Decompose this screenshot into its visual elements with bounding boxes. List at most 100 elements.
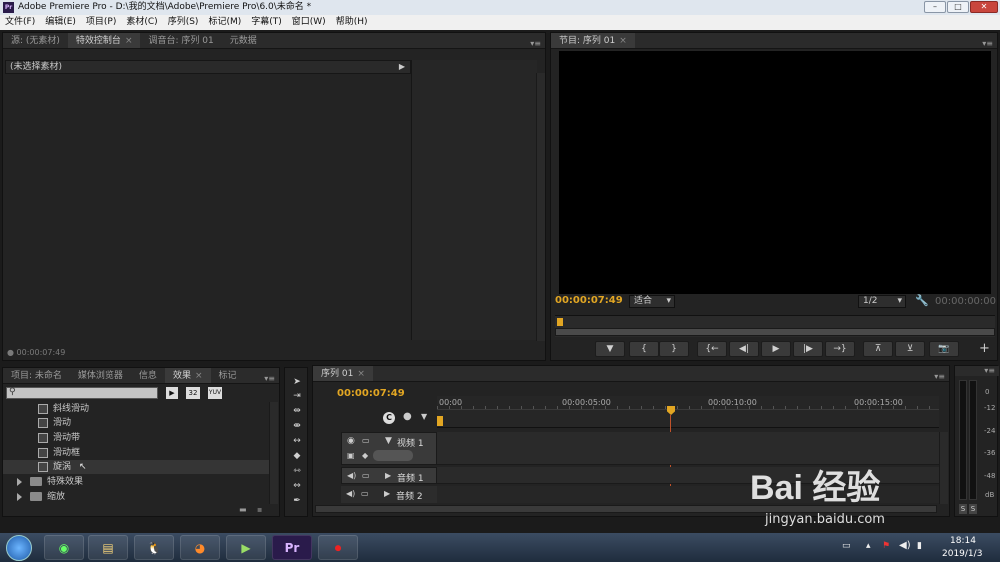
maximize-button[interactable]: □	[947, 1, 969, 13]
set-encore-marker-icon[interactable]: ●	[403, 411, 412, 422]
export-frame-button[interactable]: 📷	[929, 341, 959, 357]
expand-triangle-icon[interactable]	[17, 477, 22, 486]
solo-right-button[interactable]: S	[969, 504, 977, 514]
list-item[interactable]: 斜线滑动	[3, 402, 269, 416]
video-track-header[interactable]: ◉ ▭ ▼ 视频 1 ▣ ◆	[341, 432, 437, 465]
expand-track-icon[interactable]: ▶	[385, 471, 391, 480]
keyframe-nav-control[interactable]	[373, 450, 413, 461]
list-item[interactable]: 滑动带	[3, 431, 269, 445]
playhead-marker-icon[interactable]	[557, 318, 563, 326]
mark-out-button[interactable]: }	[659, 341, 689, 357]
speaker-icon[interactable]: ◀)	[346, 489, 355, 498]
panel-menu-icon[interactable]: ▾≡	[264, 371, 275, 387]
panel-menu-icon[interactable]: ▾≡	[934, 369, 945, 385]
extract-button[interactable]: ⊻	[895, 341, 925, 357]
timeline-current-timecode[interactable]: 00:00:07:49	[337, 388, 405, 399]
video-editor-icon[interactable]: ▶	[226, 535, 266, 560]
list-item[interactable]: 缩放	[3, 490, 269, 504]
close-icon[interactable]: ×	[619, 36, 627, 46]
close-icon[interactable]: ×	[125, 36, 133, 46]
green-app-icon[interactable]: ◉	[44, 535, 84, 560]
slide-tool-icon[interactable]: ⇔	[289, 480, 305, 492]
effects-list-scrollbar[interactable]	[269, 402, 278, 504]
tray-keyboard-icon[interactable]: ▭	[842, 541, 851, 551]
list-item[interactable]: 旋涡 ↖	[3, 460, 269, 474]
menu-marker[interactable]: 标记(M)	[203, 15, 246, 30]
add-button-icon[interactable]: +	[979, 341, 990, 356]
yuv-effects-icon[interactable]: YUV	[208, 387, 222, 399]
file-explorer-icon[interactable]: ▤	[88, 535, 128, 560]
speaker-icon[interactable]: ◀)	[347, 471, 356, 480]
tab-metadata[interactable]: 元数据	[222, 33, 265, 48]
qq-icon[interactable]: 🐧	[134, 535, 174, 560]
tray-volume-icon[interactable]: ◀)	[899, 540, 911, 551]
zoom-scroll-bar[interactable]	[555, 328, 995, 336]
tab-markers[interactable]: 标记	[211, 368, 245, 383]
eye-icon[interactable]: ◉	[347, 436, 355, 446]
list-item[interactable]: 滑动框	[3, 446, 269, 460]
effect-controls-scrollbar[interactable]	[536, 73, 545, 341]
menu-help[interactable]: 帮助(H)	[331, 15, 373, 30]
premiere-taskbar-icon[interactable]: Pr	[272, 535, 312, 560]
display-style-icon[interactable]: ▣	[347, 451, 355, 460]
tray-alert-icon[interactable]: ⚑	[882, 541, 890, 551]
fit-dropdown[interactable]: 适合 ▾	[629, 295, 675, 308]
keyframe-icon[interactable]: ◆	[362, 451, 368, 460]
track-select-tool-icon[interactable]: ⇥	[289, 390, 305, 402]
mark-in-button[interactable]: {	[629, 341, 659, 357]
list-item[interactable]: 特殊效果	[3, 475, 269, 489]
firefox-icon[interactable]: ◕	[180, 535, 220, 560]
menu-project[interactable]: 项目(P)	[81, 15, 121, 30]
tab-project[interactable]: 项目: 未命名	[3, 368, 70, 383]
lock-icon[interactable]: ▭	[362, 436, 370, 445]
lift-button[interactable]: ⊼	[863, 341, 893, 357]
play-arrow-icon[interactable]: ▶	[399, 61, 405, 73]
clock-time[interactable]: 18:14	[950, 536, 976, 546]
panel-menu-icon[interactable]: ▾≡	[530, 36, 541, 52]
go-to-in-button[interactable]: {←	[697, 341, 727, 357]
menu-sequence[interactable]: 序列(S)	[163, 15, 204, 30]
work-area-start-icon[interactable]	[437, 416, 443, 426]
32bit-effects-icon[interactable]: 32	[186, 387, 200, 399]
audio-track-header[interactable]: ◀) ▭ ▶ 音频 1	[341, 467, 437, 484]
tab-effects[interactable]: 效果 ×	[164, 368, 211, 383]
tab-source[interactable]: 源: (无素材)	[3, 33, 68, 48]
audio-track-header[interactable]: ◀) ▭ ▶ 音频 2	[341, 486, 437, 503]
menu-clip[interactable]: 素材(C)	[121, 15, 162, 30]
pen-tool-icon[interactable]: ✒	[289, 495, 305, 507]
slip-tool-icon[interactable]: ⇿	[289, 465, 305, 477]
solo-left-button[interactable]: S	[959, 504, 967, 514]
panel-menu-icon[interactable]: ▾≡	[955, 366, 999, 376]
tab-program[interactable]: 节目: 序列 01 ×	[551, 33, 635, 48]
menu-title[interactable]: 字幕(T)	[246, 15, 287, 30]
menu-window[interactable]: 窗口(W)	[287, 15, 331, 30]
tray-network-icon[interactable]: ▮	[917, 541, 922, 551]
list-item[interactable]: 滑动	[3, 416, 269, 430]
resolution-dropdown[interactable]: 1/2 ▾	[858, 295, 906, 308]
tab-effect-controls[interactable]: 特效控制台 ×	[67, 33, 141, 48]
tab-sequence-01[interactable]: 序列 01 ×	[313, 366, 373, 381]
lock-icon[interactable]: ▭	[362, 471, 370, 480]
menu-edit[interactable]: 编辑(E)	[40, 15, 81, 30]
add-marker-icon[interactable]: ▼	[421, 412, 427, 421]
new-bin-icon[interactable]: ▬	[239, 505, 247, 514]
expand-track-icon[interactable]: ▶	[384, 489, 390, 498]
tab-media-browser[interactable]: 媒体浏览器	[70, 368, 131, 383]
tray-show-hidden-icon[interactable]: ▴	[866, 541, 871, 551]
wrench-icon[interactable]: 🔧	[915, 294, 929, 307]
tab-info[interactable]: 信息	[131, 368, 165, 383]
rolling-edit-tool-icon[interactable]: ⇼	[289, 420, 305, 432]
clock-date[interactable]: 2019/1/3	[942, 549, 982, 559]
razor-tool-icon[interactable]: ◆	[289, 450, 305, 462]
expand-triangle-icon[interactable]	[17, 492, 22, 501]
panel-menu-icon[interactable]: ▾≡	[982, 36, 993, 52]
start-button[interactable]	[6, 535, 32, 561]
play-button[interactable]: ▶	[761, 341, 791, 357]
screen-recorder-icon[interactable]: ⏺	[318, 535, 358, 560]
go-to-out-button[interactable]: →}	[825, 341, 855, 357]
step-forward-button[interactable]: |▶	[793, 341, 823, 357]
rate-stretch-tool-icon[interactable]: ↔	[289, 435, 305, 447]
effects-search-input[interactable]: ⚲	[6, 387, 158, 399]
close-icon[interactable]: ×	[195, 371, 203, 381]
close-button[interactable]: ✕	[970, 1, 998, 13]
